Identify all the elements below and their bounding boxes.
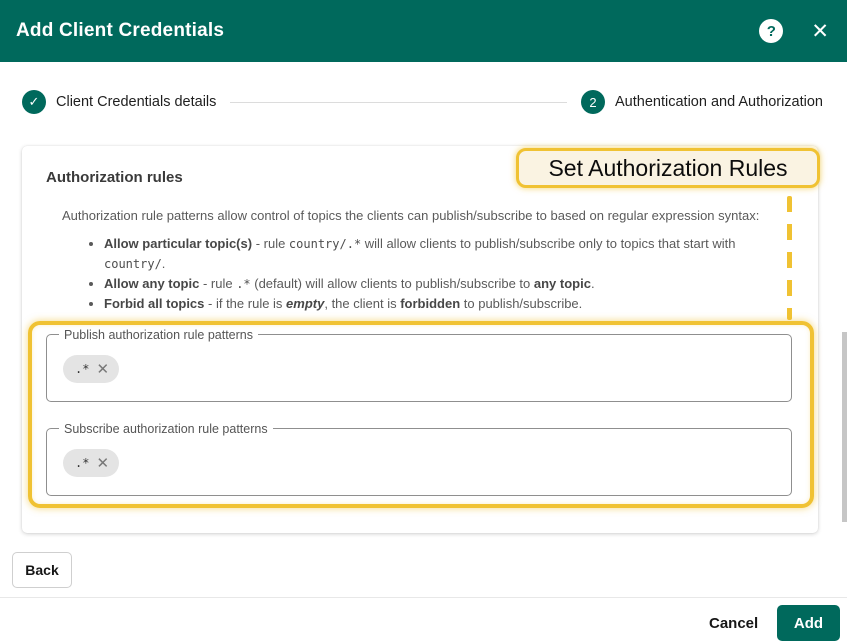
rule-bullet-allow-any: Allow any topic - rule .* (default) will… xyxy=(104,274,752,294)
step1-label: Client Credentials details xyxy=(56,94,217,110)
dialog-title: Add Client Credentials xyxy=(16,20,225,41)
rule-bullet-forbid-all: Forbid all topics - if the rule is empty… xyxy=(104,294,752,314)
rules-bullet-list: Allow particular topic(s) - rule country… xyxy=(62,234,752,314)
subscribe-pattern-chip: .* ✕ xyxy=(63,449,120,477)
step1-indicator: ✓ xyxy=(22,90,46,114)
publish-pattern-chip: .* ✕ xyxy=(63,355,120,383)
stepper-connector xyxy=(230,101,568,103)
cancel-button[interactable]: Cancel xyxy=(701,606,766,640)
rule-bullet-allow-particular: Allow particular topic(s) - rule country… xyxy=(104,234,752,274)
footer-divider xyxy=(0,597,847,598)
rules-intro-text: Authorization rule patterns allow contro… xyxy=(62,208,760,223)
tutorial-tooltip: Set Authorization Rules xyxy=(516,148,820,188)
chip-remove-icon[interactable]: ✕ xyxy=(96,456,109,471)
chip-remove-icon[interactable]: ✕ xyxy=(96,362,109,377)
check-icon: ✓ xyxy=(28,94,40,109)
step2-indicator: 2 xyxy=(581,90,606,114)
help-button[interactable]: ? xyxy=(759,19,784,43)
chip-value: .* xyxy=(75,456,90,470)
publish-patterns-label: Publish authorization rule patterns xyxy=(59,328,259,342)
dialog-header: Add Client Credentials ? ✕ xyxy=(0,0,847,62)
step2-label: Authentication and Authorization xyxy=(615,94,823,110)
stepper: ✓ Client Credentials details 2 Authentic… xyxy=(22,88,823,116)
back-button[interactable]: Back xyxy=(12,552,72,588)
vertical-scrollbar-thumb[interactable] xyxy=(842,332,847,522)
help-icon: ? xyxy=(766,22,776,40)
close-icon: ✕ xyxy=(811,19,829,43)
chip-value: .* xyxy=(75,362,90,376)
add-button[interactable]: Add xyxy=(777,605,840,641)
step-authentication-authorization[interactable]: 2 Authentication and Authorization xyxy=(581,90,823,114)
card-heading: Authorization rules xyxy=(46,169,183,186)
tutorial-dashed-connector xyxy=(787,196,792,320)
step-client-credentials-details[interactable]: ✓ Client Credentials details xyxy=(22,90,216,114)
close-button[interactable]: ✕ xyxy=(809,19,831,44)
subscribe-patterns-input[interactable]: Subscribe authorization rule patterns .*… xyxy=(46,422,792,496)
subscribe-patterns-label: Subscribe authorization rule patterns xyxy=(59,422,273,436)
publish-patterns-input[interactable]: Publish authorization rule patterns .* ✕ xyxy=(46,328,792,402)
